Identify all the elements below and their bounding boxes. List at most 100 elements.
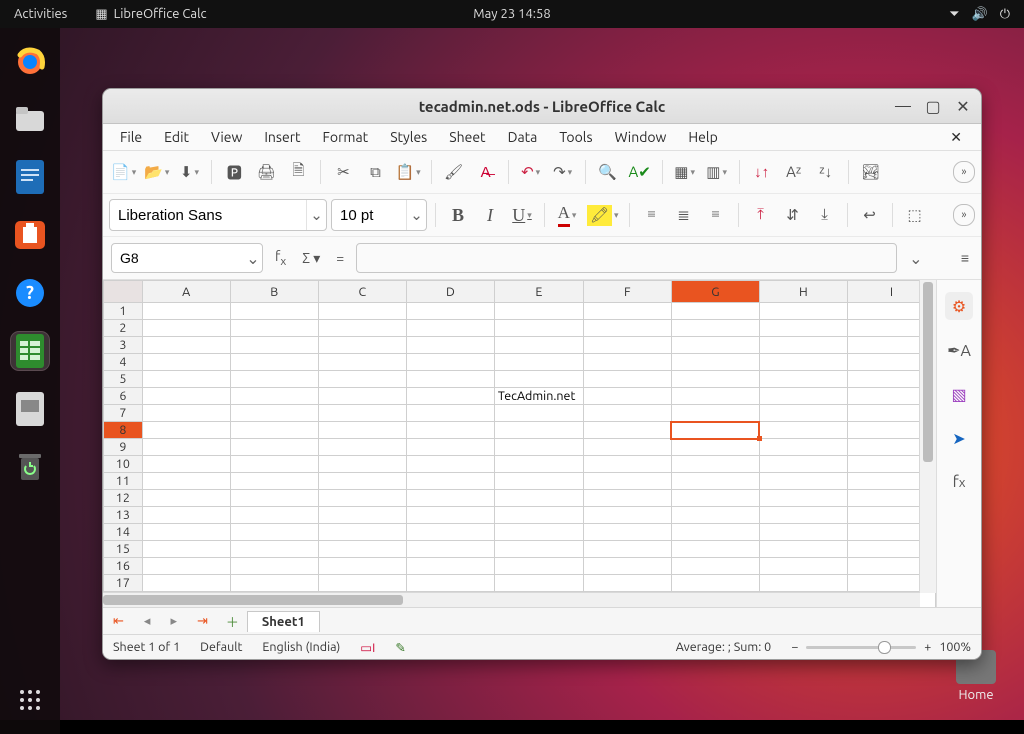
- tab-nav-prev[interactable]: ◂: [134, 614, 161, 629]
- cell-G16[interactable]: [671, 558, 759, 575]
- row-header-8[interactable]: 8: [104, 422, 143, 439]
- cell-A17[interactable]: [142, 575, 230, 592]
- cell-H16[interactable]: [759, 558, 847, 575]
- cell-G13[interactable]: [671, 507, 759, 524]
- zoom-slider[interactable]: [806, 646, 916, 649]
- cell-H6[interactable]: [759, 388, 847, 405]
- cell-A5[interactable]: [142, 371, 230, 388]
- name-box-input[interactable]: [112, 250, 244, 266]
- cell-B8[interactable]: [230, 422, 318, 439]
- function-wizard-button[interactable]: fx: [271, 248, 290, 268]
- clear-formatting-button[interactable]: A̶: [472, 159, 500, 185]
- gallery-panel-icon[interactable]: ▧: [945, 380, 973, 408]
- underline-button[interactable]: U▾: [508, 202, 536, 228]
- cell-D14[interactable]: [406, 524, 494, 541]
- close-document-icon[interactable]: ✕: [939, 126, 973, 149]
- cell-B12[interactable]: [230, 490, 318, 507]
- formula-input[interactable]: [356, 243, 897, 273]
- row-header-5[interactable]: 5: [104, 371, 143, 388]
- cell-H1[interactable]: [759, 303, 847, 320]
- cell-F8[interactable]: [583, 422, 671, 439]
- cell-G11[interactable]: [671, 473, 759, 490]
- cell-A2[interactable]: [142, 320, 230, 337]
- cell-F6[interactable]: [583, 388, 671, 405]
- cell-D15[interactable]: [406, 541, 494, 558]
- cut-button[interactable]: ✂: [329, 159, 357, 185]
- cell-D3[interactable]: [406, 337, 494, 354]
- new-button[interactable]: 📄▾: [109, 159, 138, 185]
- menu-styles[interactable]: Styles: [379, 126, 438, 148]
- align-bottom-button[interactable]: ⤓: [811, 202, 839, 228]
- redo-button[interactable]: ↷▾: [549, 159, 577, 185]
- cell-E17[interactable]: [494, 575, 583, 592]
- cell-A12[interactable]: [142, 490, 230, 507]
- cell-C7[interactable]: [318, 405, 406, 422]
- cell-B7[interactable]: [230, 405, 318, 422]
- cell-E12[interactable]: [494, 490, 583, 507]
- cell-G10[interactable]: [671, 456, 759, 473]
- status-language[interactable]: English (India): [262, 640, 340, 654]
- cell-F9[interactable]: [583, 439, 671, 456]
- export-pdf-button[interactable]: 🅿: [220, 159, 248, 185]
- cell-F2[interactable]: [583, 320, 671, 337]
- cell-F13[interactable]: [583, 507, 671, 524]
- cell-D6[interactable]: [406, 388, 494, 405]
- cell-C1[interactable]: [318, 303, 406, 320]
- cell-F3[interactable]: [583, 337, 671, 354]
- cell-G3[interactable]: [671, 337, 759, 354]
- sheet-grid[interactable]: ABCDEFGHI123456TecAdmin.net7891011121314…: [103, 280, 936, 607]
- cell-E1[interactable]: [494, 303, 583, 320]
- row-header-15[interactable]: 15: [104, 541, 143, 558]
- cell-A4[interactable]: [142, 354, 230, 371]
- sum-button[interactable]: Σ ▾: [298, 250, 324, 267]
- menu-view[interactable]: View: [200, 126, 253, 148]
- cell-G8[interactable]: [671, 422, 759, 439]
- cell-D11[interactable]: [406, 473, 494, 490]
- menu-window[interactable]: Window: [604, 126, 678, 148]
- menu-file[interactable]: File: [109, 126, 153, 148]
- name-box[interactable]: ⌄: [111, 243, 263, 273]
- clone-formatting-button[interactable]: 🖌: [440, 159, 468, 185]
- cell-A1[interactable]: [142, 303, 230, 320]
- cell-E15[interactable]: [494, 541, 583, 558]
- spreadsheet-area[interactable]: ABCDEFGHI123456TecAdmin.net7891011121314…: [103, 280, 937, 607]
- print-button[interactable]: 🖨: [252, 159, 280, 185]
- show-applications[interactable]: [18, 688, 42, 716]
- zoom-out-icon[interactable]: −: [791, 640, 798, 654]
- row-header-17[interactable]: 17: [104, 575, 143, 592]
- print-preview-button[interactable]: 🗎: [284, 159, 312, 185]
- merge-cells-button[interactable]: ⬚: [901, 202, 929, 228]
- cell-F14[interactable]: [583, 524, 671, 541]
- italic-button[interactable]: I: [476, 202, 504, 228]
- network-icon[interactable]: ⏷: [949, 7, 959, 22]
- col-header-D[interactable]: D: [406, 281, 494, 303]
- cell-H3[interactable]: [759, 337, 847, 354]
- menu-edit[interactable]: Edit: [153, 126, 200, 148]
- tab-nav-last[interactable]: ⇥: [187, 614, 218, 629]
- cell-A13[interactable]: [142, 507, 230, 524]
- cell-E13[interactable]: [494, 507, 583, 524]
- cell-C13[interactable]: [318, 507, 406, 524]
- cell-H8[interactable]: [759, 422, 847, 439]
- navigator-panel-icon[interactable]: ➤: [945, 424, 973, 452]
- cell-G4[interactable]: [671, 354, 759, 371]
- row-header-2[interactable]: 2: [104, 320, 143, 337]
- dock-files[interactable]: [11, 100, 49, 138]
- cell-H17[interactable]: [759, 575, 847, 592]
- cell-C6[interactable]: [318, 388, 406, 405]
- font-size-input[interactable]: [332, 207, 406, 224]
- cell-H7[interactable]: [759, 405, 847, 422]
- col-header-H[interactable]: H: [759, 281, 847, 303]
- tab-nav-next[interactable]: ▸: [160, 614, 187, 629]
- cell-F10[interactable]: [583, 456, 671, 473]
- row-header-12[interactable]: 12: [104, 490, 143, 507]
- cell-A7[interactable]: [142, 405, 230, 422]
- cell-F15[interactable]: [583, 541, 671, 558]
- col-header-A[interactable]: A: [142, 281, 230, 303]
- cell-A14[interactable]: [142, 524, 230, 541]
- cell-G6[interactable]: [671, 388, 759, 405]
- cell-B13[interactable]: [230, 507, 318, 524]
- cell-A16[interactable]: [142, 558, 230, 575]
- cell-H14[interactable]: [759, 524, 847, 541]
- functions-panel-icon[interactable]: fx: [945, 468, 973, 496]
